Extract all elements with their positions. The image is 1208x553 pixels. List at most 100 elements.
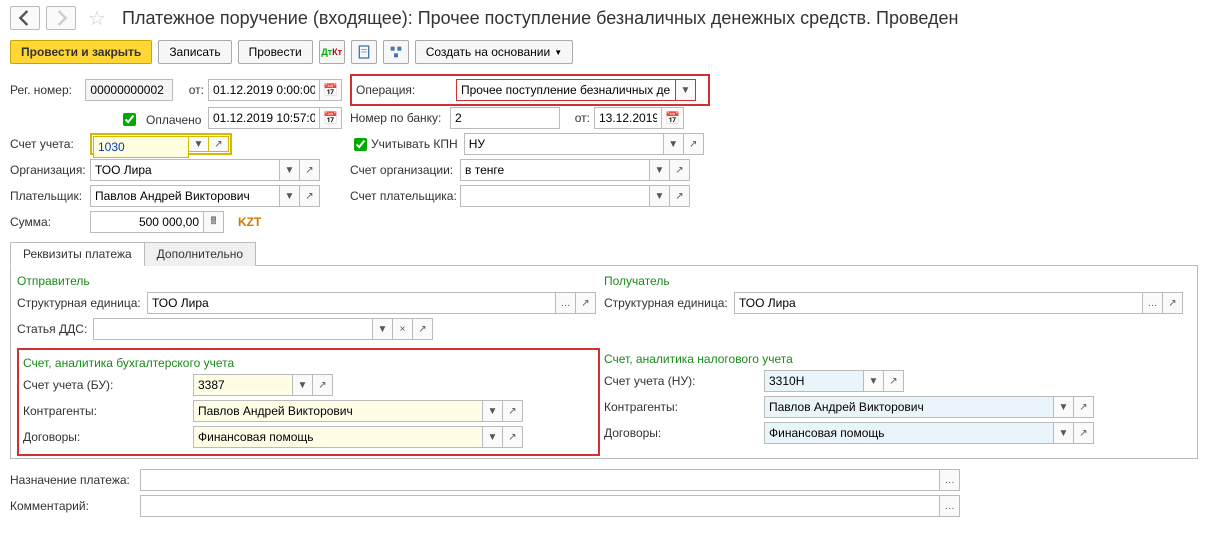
purpose-input[interactable]: [140, 469, 940, 491]
open-icon[interactable]: ↗: [209, 136, 229, 152]
comment-label: Комментарий:: [10, 499, 140, 513]
purpose-label: Назначение платежа:: [10, 473, 140, 487]
kpn-checkbox[interactable]: [354, 138, 367, 151]
from-label-2: от:: [568, 111, 590, 125]
dds-label: Статья ДДС:: [17, 322, 93, 336]
sender-header: Отправитель: [17, 274, 604, 288]
favorite-icon[interactable]: ☆: [86, 7, 108, 29]
calendar-icon[interactable]: 📅: [320, 107, 342, 129]
open-icon[interactable]: ↗: [670, 185, 690, 207]
dropdown-icon[interactable]: ▼: [864, 370, 884, 392]
tab-additional[interactable]: Дополнительно: [144, 242, 256, 266]
dropdown-icon[interactable]: ▼: [676, 79, 696, 101]
nu-header: Счет, аналитика налогового учета: [604, 352, 1187, 366]
counter-label-nu: Контрагенты:: [604, 400, 764, 414]
contract-input-bu[interactable]: [193, 426, 483, 448]
unit-input-sender[interactable]: [147, 292, 556, 314]
dots-icon[interactable]: …: [1143, 292, 1163, 314]
debit-credit-icon[interactable]: ДтКт: [319, 40, 345, 64]
open-icon[interactable]: ↗: [1074, 396, 1094, 418]
dropdown-icon[interactable]: ▼: [293, 374, 313, 396]
dropdown-icon[interactable]: ▼: [1054, 422, 1074, 444]
account-input[interactable]: [93, 136, 189, 158]
contract-label-nu: Договоры:: [604, 426, 764, 440]
reg-number-input[interactable]: [85, 79, 173, 101]
bu-header: Счет, аналитика бухгалтерского учета: [23, 356, 594, 370]
dropdown-icon[interactable]: ▼: [483, 426, 503, 448]
dots-icon[interactable]: …: [940, 469, 960, 491]
reg-date-input[interactable]: [208, 79, 320, 101]
open-icon[interactable]: ↗: [413, 318, 433, 340]
dropdown-icon[interactable]: ▼: [189, 136, 209, 152]
payer-input[interactable]: [90, 185, 280, 207]
contract-input-nu[interactable]: [764, 422, 1054, 444]
acc-nu-input[interactable]: [764, 370, 864, 392]
operation-input[interactable]: [456, 79, 676, 101]
open-icon[interactable]: ↗: [313, 374, 333, 396]
open-icon[interactable]: ↗: [884, 370, 904, 392]
sum-label: Сумма:: [10, 215, 90, 229]
open-icon[interactable]: ↗: [576, 292, 596, 314]
open-icon[interactable]: ↗: [1163, 292, 1183, 314]
bank-date-input[interactable]: [594, 107, 662, 129]
forward-button[interactable]: [46, 6, 76, 30]
open-icon[interactable]: ↗: [503, 400, 523, 422]
dropdown-icon[interactable]: ▼: [373, 318, 393, 340]
calc-icon[interactable]: 🖩: [204, 211, 224, 233]
dots-icon[interactable]: …: [940, 495, 960, 517]
calendar-icon[interactable]: 📅: [662, 107, 684, 129]
sum-input[interactable]: [90, 211, 204, 233]
bank-num-label: Номер по банку:: [350, 111, 450, 125]
dropdown-icon[interactable]: ▼: [280, 185, 300, 207]
dropdown-icon[interactable]: ▼: [483, 400, 503, 422]
post-button[interactable]: Провести: [238, 40, 313, 64]
payer-label: Плательщик:: [10, 189, 90, 203]
org-input[interactable]: [90, 159, 280, 181]
kpn-input[interactable]: [464, 133, 664, 155]
structure-icon[interactable]: [383, 40, 409, 64]
open-icon[interactable]: ↗: [300, 185, 320, 207]
operation-label: Операция:: [356, 83, 456, 97]
org-acc-input[interactable]: [460, 159, 650, 181]
save-button[interactable]: Записать: [158, 40, 231, 64]
open-icon[interactable]: ↗: [670, 159, 690, 181]
calendar-icon[interactable]: 📅: [320, 79, 342, 101]
clear-icon[interactable]: ×: [393, 318, 413, 340]
back-button[interactable]: [10, 6, 40, 30]
open-icon[interactable]: ↗: [300, 159, 320, 181]
org-acc-label: Счет организации:: [350, 163, 460, 177]
open-icon[interactable]: ↗: [1074, 422, 1094, 444]
dropdown-icon[interactable]: ▼: [280, 159, 300, 181]
counter-input-bu[interactable]: [193, 400, 483, 422]
acc-bu-input[interactable]: [193, 374, 293, 396]
open-icon[interactable]: ↗: [503, 426, 523, 448]
org-label: Организация:: [10, 163, 90, 177]
save-close-button[interactable]: Провести и закрыть: [10, 40, 152, 64]
create-based-button[interactable]: Создать на основании ▼: [415, 40, 573, 64]
tab-payment-details[interactable]: Реквизиты платежа: [10, 242, 145, 266]
counter-label-bu: Контрагенты:: [23, 404, 193, 418]
payer-acc-input[interactable]: [460, 185, 650, 207]
dots-icon[interactable]: …: [556, 292, 576, 314]
contract-label-bu: Договоры:: [23, 430, 193, 444]
dropdown-icon[interactable]: ▼: [650, 185, 670, 207]
reg-label: Рег. номер:: [10, 83, 85, 97]
dds-input[interactable]: [93, 318, 373, 340]
currency-label: KZT: [238, 215, 261, 229]
dropdown-icon[interactable]: ▼: [650, 159, 670, 181]
counter-input-nu[interactable]: [764, 396, 1054, 418]
unit-label: Структурная единица:: [17, 296, 147, 310]
open-icon[interactable]: ↗: [684, 133, 704, 155]
unit-input-recip[interactable]: [734, 292, 1143, 314]
acc-bu-label: Счет учета (БУ):: [23, 378, 193, 392]
report-icon[interactable]: [351, 40, 377, 64]
paid-date-input[interactable]: [208, 107, 320, 129]
acc-nu-label: Счет учета (НУ):: [604, 374, 764, 388]
bank-num-input[interactable]: [450, 107, 560, 129]
from-label: от:: [181, 83, 204, 97]
dropdown-icon[interactable]: ▼: [1054, 396, 1074, 418]
comment-input[interactable]: [140, 495, 940, 517]
dropdown-icon[interactable]: ▼: [664, 133, 684, 155]
page-title: Платежное поручение (входящее): Прочее п…: [122, 8, 958, 29]
unit-label-2: Структурная единица:: [604, 296, 734, 310]
